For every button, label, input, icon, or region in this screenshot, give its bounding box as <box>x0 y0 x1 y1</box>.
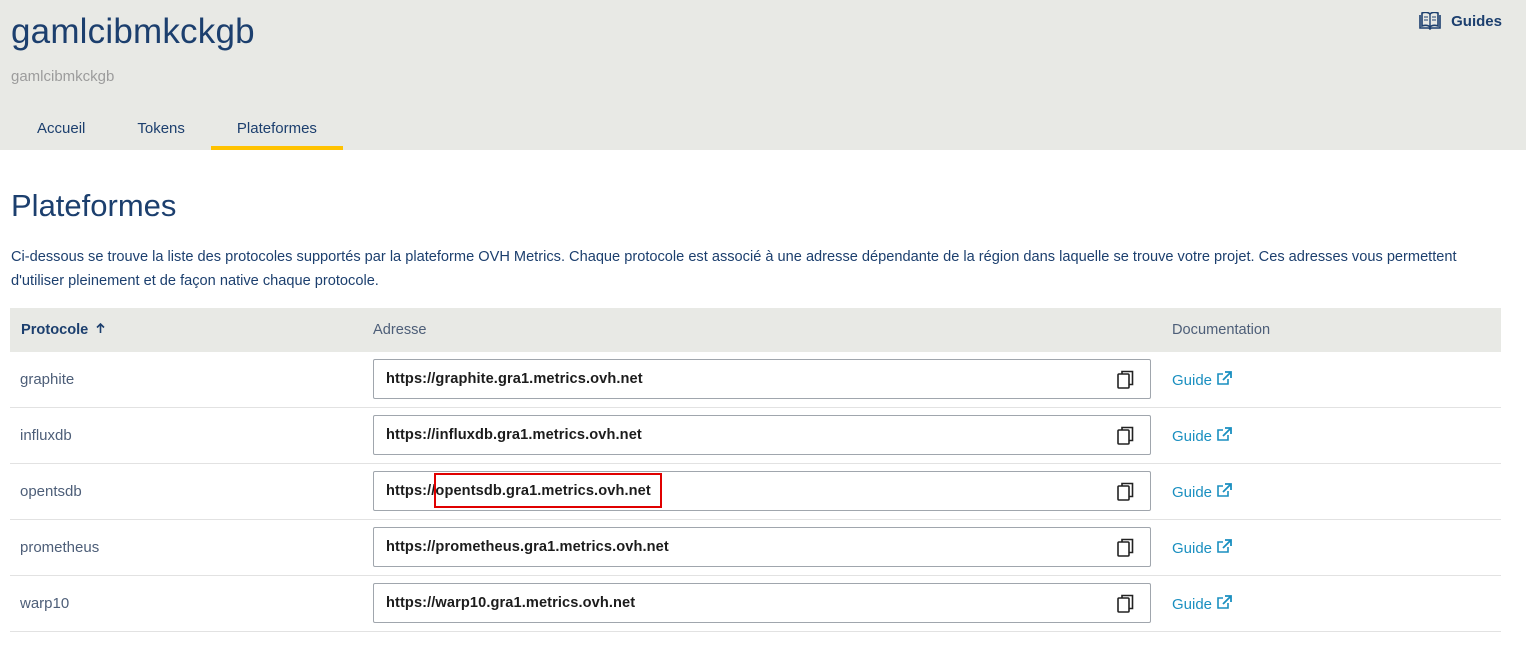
tab-bar: Accueil Tokens Plateformes <box>11 110 343 150</box>
address-value: https://graphite.gra1.metrics.ovh.net <box>386 371 643 387</box>
guide-link[interactable]: Guide <box>1172 427 1232 445</box>
address-field[interactable]: https://graphite.gra1.metrics.ovh.net <box>373 359 1151 399</box>
guide-link-label: Guide <box>1172 483 1213 501</box>
external-link-icon <box>1217 595 1232 613</box>
address-field[interactable]: https://opentsdb.gra1.metrics.ovh.net <box>373 471 1151 511</box>
tab-accueil[interactable]: Accueil <box>11 110 111 150</box>
copy-icon[interactable] <box>1117 538 1135 558</box>
external-link-icon <box>1217 371 1232 389</box>
address-value: https://opentsdb.gra1.metrics.ovh.net <box>386 483 651 499</box>
column-header-protocol[interactable]: Protocole <box>21 322 105 338</box>
page-title: Plateformes <box>11 188 177 223</box>
address-value: https://warp10.gra1.metrics.ovh.net <box>386 595 636 611</box>
tab-plateformes[interactable]: Plateformes <box>210 110 343 150</box>
sort-ascending-icon <box>96 322 105 338</box>
guides-button[interactable]: Guides <box>1419 12 1502 30</box>
guide-link[interactable]: Guide <box>1172 483 1232 501</box>
guide-link[interactable]: Guide <box>1172 539 1232 557</box>
external-link-icon <box>1217 427 1232 445</box>
guide-link-label: Guide <box>1172 539 1213 557</box>
protocol-cell: influxdb <box>20 427 72 444</box>
copy-icon[interactable] <box>1117 426 1135 446</box>
copy-icon[interactable] <box>1117 370 1135 390</box>
platforms-table: Protocole Adresse Documentation graphite… <box>10 308 1501 632</box>
guide-link-label: Guide <box>1172 371 1213 389</box>
guides-label: Guides <box>1451 12 1502 30</box>
address-field[interactable]: https://warp10.gra1.metrics.ovh.net <box>373 583 1151 623</box>
guide-link-label: Guide <box>1172 427 1213 445</box>
column-header-address: Adresse <box>373 322 427 338</box>
protocol-cell: warp10 <box>20 595 70 612</box>
table-row: graphite https://graphite.gra1.metrics.o… <box>10 352 1501 408</box>
service-subtitle: gamlcibmkckgb <box>11 68 115 85</box>
address-value: https://influxdb.gra1.metrics.ovh.net <box>386 427 642 443</box>
copy-icon[interactable] <box>1117 482 1135 502</box>
protocol-cell: opentsdb <box>20 483 82 500</box>
intro-text: Ci-dessous se trouve la liste des protoc… <box>11 249 1457 289</box>
address-field[interactable]: https://influxdb.gra1.metrics.ovh.net <box>373 415 1151 455</box>
table-row: opentsdb https://opentsdb.gra1.metrics.o… <box>10 464 1501 520</box>
guide-link[interactable]: Guide <box>1172 371 1232 389</box>
table-row: influxdb https://influxdb.gra1.metrics.o… <box>10 408 1501 464</box>
table-header: Protocole Adresse Documentation <box>10 308 1501 352</box>
external-link-icon <box>1217 539 1232 557</box>
book-icon <box>1419 12 1441 30</box>
address-value: https://prometheus.gra1.metrics.ovh.net <box>386 539 669 555</box>
table-row: prometheus https://prometheus.gra1.metri… <box>10 520 1501 576</box>
tab-tokens[interactable]: Tokens <box>111 110 211 150</box>
column-header-documentation: Documentation <box>1172 322 1271 338</box>
address-field[interactable]: https://prometheus.gra1.metrics.ovh.net <box>373 527 1151 567</box>
service-title: gamlcibmkckgb <box>11 12 255 51</box>
copy-icon[interactable] <box>1117 594 1135 614</box>
table-row: warp10 https://warp10.gra1.metrics.ovh.n… <box>10 576 1501 632</box>
protocol-cell: prometheus <box>20 539 100 556</box>
protocol-cell: graphite <box>20 371 75 388</box>
page-header: gamlcibmkckgb gamlcibmkckgb Guides Accue… <box>0 0 1526 150</box>
guide-link[interactable]: Guide <box>1172 595 1232 613</box>
external-link-icon <box>1217 483 1232 501</box>
column-header-protocol-label: Protocole <box>21 322 89 338</box>
guide-link-label: Guide <box>1172 595 1213 613</box>
